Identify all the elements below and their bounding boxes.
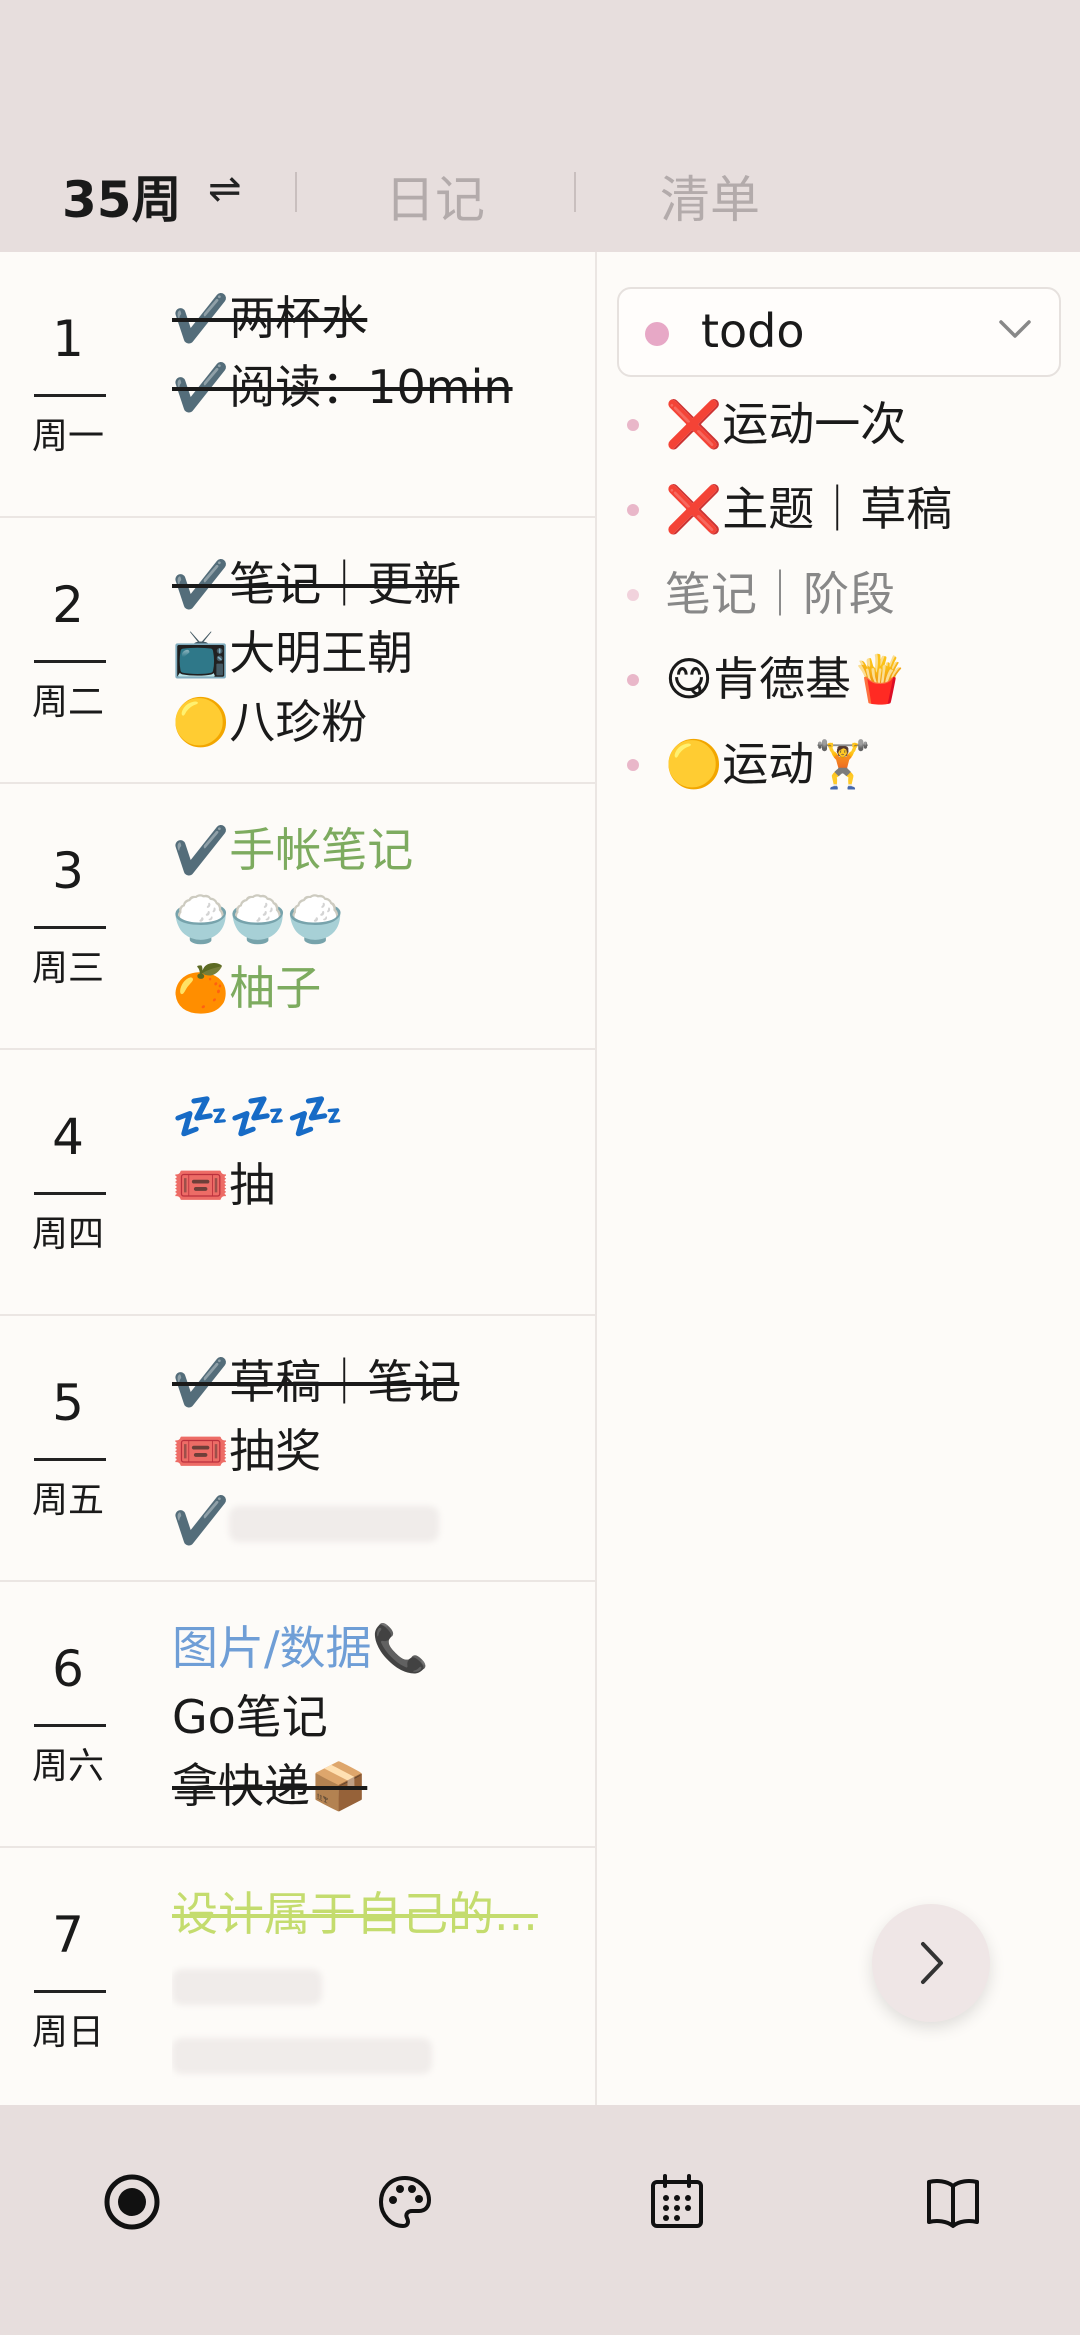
day-entry[interactable]: 设计属于自己的... <box>172 1880 592 1949</box>
day-entry-blurred[interactable] <box>172 1949 592 2018</box>
bottom-nav <box>0 2105 1080 2335</box>
tab-week[interactable]: 35周 <box>62 160 182 232</box>
day-divider <box>34 394 106 397</box>
todo-panel: todo ❌运动一次 ❌主题｜草稿 笔记｜阶段 😋肯德基🍟 🟡运动🏋️ <box>597 252 1080 2105</box>
day-name: 周一 <box>31 416 104 457</box>
day-number: 3 <box>52 842 84 900</box>
nav-theme[interactable] <box>333 2150 473 2250</box>
day-row-4[interactable]: 4 周四 💤💤💤 🎟️抽 <box>0 1050 595 1316</box>
chevron-down-icon <box>999 320 1031 338</box>
day-entry[interactable]: 🎟️抽 <box>172 1151 592 1220</box>
day-row-1[interactable]: 1 周一 ✔️两杯水 ✔️阅读：10min <box>0 252 595 518</box>
bullet-icon <box>627 419 639 431</box>
blurred-text <box>172 1968 322 2005</box>
nav-calendar[interactable] <box>605 2150 745 2250</box>
bullet-icon <box>627 759 639 771</box>
tab-divider <box>574 172 576 212</box>
todo-item[interactable]: 笔记｜阶段 <box>627 552 1067 637</box>
day-entry[interactable]: ✔️两杯水 <box>172 284 592 353</box>
day-number: 4 <box>52 1108 84 1166</box>
todo-item[interactable]: ❌主题｜草稿 <box>627 467 1067 552</box>
day-divider <box>34 660 106 663</box>
day-entry[interactable]: ✔️草稿｜笔记 <box>172 1348 592 1417</box>
day-divider <box>34 1192 106 1195</box>
day-name: 周四 <box>31 1214 104 1255</box>
day-entry[interactable]: Go笔记 <box>172 1683 592 1752</box>
day-row-7[interactable]: 7 周日 设计属于自己的... <box>0 1848 595 2105</box>
todo-color-dot <box>645 322 669 346</box>
nav-book[interactable] <box>881 2150 1021 2250</box>
palette-icon <box>379 2176 431 2228</box>
chevron-right-icon <box>921 1942 943 1984</box>
day-entry[interactable]: 🍚🍚🍚 <box>172 885 592 954</box>
day-entry[interactable]: 📺大明王朝 <box>172 619 592 688</box>
bullet-icon <box>627 674 639 686</box>
day-name: 周五 <box>31 1480 104 1521</box>
day-entry[interactable]: 图片/数据📞 <box>172 1614 592 1683</box>
next-week-button[interactable] <box>872 1904 990 2022</box>
day-entry[interactable]: 拿快递📦 <box>172 1752 592 1821</box>
day-number: 7 <box>52 1906 84 1964</box>
todo-item-text: 🟡运动🏋️ <box>665 737 872 791</box>
day-divider <box>34 1990 106 1993</box>
tab-list[interactable]: 清单 <box>660 160 760 232</box>
calendar-icon <box>651 2174 703 2228</box>
todo-item-text: 笔记｜阶段 <box>665 567 895 621</box>
day-name: 周日 <box>31 2012 104 2053</box>
day-entry[interactable]: 🍊柚子 <box>172 954 592 1023</box>
day-entry[interactable]: ✔️阅读：10min <box>172 353 592 422</box>
bullet-icon <box>627 504 639 516</box>
todo-item[interactable]: ❌运动一次 <box>627 382 1067 467</box>
day-entry-blurred[interactable] <box>172 2018 592 2087</box>
day-name: 周三 <box>31 948 104 989</box>
todo-item[interactable]: 😋肯德基🍟 <box>627 637 1067 722</box>
day-row-3[interactable]: 3 周三 ✔️手帐笔记 🍚🍚🍚 🍊柚子 <box>0 784 595 1050</box>
blurred-text <box>172 2037 432 2074</box>
day-number: 5 <box>52 1374 84 1432</box>
day-entry[interactable]: 💤💤💤 <box>172 1082 592 1151</box>
blurred-text <box>229 1505 440 1542</box>
day-name: 周六 <box>31 1746 104 1787</box>
day-row-2[interactable]: 2 周二 ✔️笔记｜更新 📺大明王朝 🟡八珍粉 <box>0 518 595 784</box>
bullet-icon <box>627 589 639 601</box>
todo-dropdown-label: todo <box>701 304 805 358</box>
day-divider <box>34 1458 106 1461</box>
day-number: 6 <box>52 1640 84 1698</box>
tab-divider <box>295 172 297 212</box>
day-number: 1 <box>52 310 84 368</box>
book-icon <box>927 2179 979 2228</box>
week-content: 1 周一 ✔️两杯水 ✔️阅读：10min 2 周二 ✔️笔记｜更新 📺大明王朝… <box>0 252 1080 2105</box>
record-icon <box>104 2174 160 2230</box>
day-name: 周二 <box>31 682 104 723</box>
day-divider <box>34 1724 106 1727</box>
nav-record[interactable] <box>60 2150 200 2250</box>
day-column: 1 周一 ✔️两杯水 ✔️阅读：10min 2 周二 ✔️笔记｜更新 📺大明王朝… <box>0 252 597 2105</box>
day-divider <box>34 926 106 929</box>
todo-item-text: 😋肯德基🍟 <box>665 652 909 706</box>
day-entry[interactable]: ✔️笔记｜更新 <box>172 550 592 619</box>
day-row-5[interactable]: 5 周五 ✔️草稿｜笔记 🎟️抽奖 ✔️ <box>0 1316 595 1582</box>
day-number: 2 <box>52 576 84 634</box>
todo-dropdown[interactable]: todo <box>617 287 1061 377</box>
todo-item-text: ❌运动一次 <box>665 397 907 451</box>
tab-bar: 35周 ⇌ 日记 清单 <box>0 150 1080 230</box>
todo-item[interactable]: 🟡运动🏋️ <box>627 722 1067 807</box>
day-entry[interactable]: ✔️手帐笔记 <box>172 816 592 885</box>
day-entry-text: ✔️ <box>172 1493 230 1547</box>
day-entry-blurred[interactable]: ✔️ <box>172 1486 592 1555</box>
day-row-6[interactable]: 6 周六 图片/数据📞 Go笔记 拿快递📦 <box>0 1582 595 1848</box>
swap-icon[interactable]: ⇌ <box>208 166 242 212</box>
todo-item-text: ❌主题｜草稿 <box>665 482 953 536</box>
day-entry[interactable]: 🎟️抽奖 <box>172 1417 592 1486</box>
todo-list: ❌运动一次 ❌主题｜草稿 笔记｜阶段 😋肯德基🍟 🟡运动🏋️ <box>627 382 1067 807</box>
top-bar: 35周 ⇌ 日记 清单 <box>0 0 1080 252</box>
tab-diary[interactable]: 日记 <box>385 160 485 232</box>
day-entry[interactable]: 🟡八珍粉 <box>172 688 592 757</box>
